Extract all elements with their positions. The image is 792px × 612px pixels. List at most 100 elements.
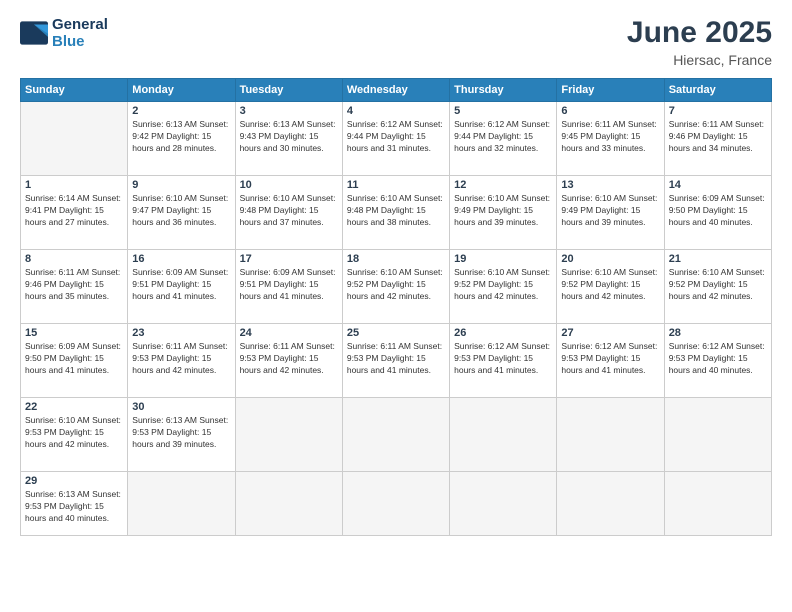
calendar-cell: 22 Sunrise: 6:10 AM Sunset: 9:53 PM Dayli… xyxy=(21,398,128,472)
calendar-cell: 14 Sunrise: 6:09 AM Sunset: 9:50 PM Dayli… xyxy=(664,176,771,250)
calendar-cell: 5 Sunrise: 6:12 AM Sunset: 9:44 PM Daylig… xyxy=(450,102,557,176)
weekday-header-tuesday: Tuesday xyxy=(235,79,342,102)
calendar-cell xyxy=(21,102,128,176)
weekday-header-monday: Monday xyxy=(128,79,235,102)
day-number: 12 xyxy=(454,179,552,191)
day-info: Sunrise: 6:10 AM Sunset: 9:49 PM Dayligh… xyxy=(454,193,552,229)
calendar-cell xyxy=(235,398,342,472)
day-number: 27 xyxy=(561,327,659,339)
calendar-cell: 24 Sunrise: 6:11 AM Sunset: 9:53 PM Dayli… xyxy=(235,324,342,398)
weekday-header-sunday: Sunday xyxy=(21,79,128,102)
calendar-cell xyxy=(342,472,449,536)
day-number: 3 xyxy=(240,105,338,117)
day-info: Sunrise: 6:11 AM Sunset: 9:46 PM Dayligh… xyxy=(25,267,123,303)
day-number: 29 xyxy=(25,475,123,487)
calendar-cell: 25Sunrise: 6:11 AM Sunset: 9:53 PM Dayli… xyxy=(342,324,449,398)
weekday-header-friday: Friday xyxy=(557,79,664,102)
day-info: Sunrise: 6:12 AM Sunset: 9:53 PM Dayligh… xyxy=(669,341,767,377)
calendar-cell xyxy=(450,398,557,472)
calendar-title: June 2025 xyxy=(627,16,772,50)
day-info: Sunrise: 6:10 AM Sunset: 9:52 PM Dayligh… xyxy=(454,267,552,303)
weekday-header-thursday: Thursday xyxy=(450,79,557,102)
day-info: Sunrise: 6:10 AM Sunset: 9:52 PM Dayligh… xyxy=(561,267,659,303)
day-info: Sunrise: 6:12 AM Sunset: 9:53 PM Dayligh… xyxy=(561,341,659,377)
logo-line1: General xyxy=(52,16,108,33)
calendar-cell: 20 Sunrise: 6:10 AM Sunset: 9:52 PM Dayli… xyxy=(557,250,664,324)
calendar-cell xyxy=(664,472,771,536)
calendar-week-row: 15 Sunrise: 6:09 AM Sunset: 9:50 PM Dayli… xyxy=(21,324,772,398)
day-number: 2 xyxy=(132,105,230,117)
title-block: June 2025 Hiersac, France xyxy=(627,16,772,68)
day-number: 21 xyxy=(669,253,767,265)
day-info: Sunrise: 6:13 AM Sunset: 9:42 PM Dayligh… xyxy=(132,119,230,155)
day-number: 22 xyxy=(25,401,123,413)
day-number: 30 xyxy=(132,401,230,413)
day-info: Sunrise: 6:12 AM Sunset: 9:53 PM Dayligh… xyxy=(454,341,552,377)
header: General Blue June 2025 Hiersac, France xyxy=(20,16,772,68)
day-info: Sunrise: 6:11 AM Sunset: 9:46 PM Dayligh… xyxy=(669,119,767,155)
day-info: Sunrise: 6:10 AM Sunset: 9:48 PM Dayligh… xyxy=(347,193,445,229)
day-info: Sunrise: 6:10 AM Sunset: 9:53 PM Dayligh… xyxy=(25,415,123,451)
day-info: Sunrise: 6:10 AM Sunset: 9:48 PM Dayligh… xyxy=(240,193,338,229)
day-info: Sunrise: 6:09 AM Sunset: 9:50 PM Dayligh… xyxy=(669,193,767,229)
day-info: Sunrise: 6:13 AM Sunset: 9:53 PM Dayligh… xyxy=(25,489,123,525)
calendar-cell xyxy=(664,398,771,472)
calendar-cell: 19Sunrise: 6:10 AM Sunset: 9:52 PM Dayli… xyxy=(450,250,557,324)
calendar-cell: 12 Sunrise: 6:10 AM Sunset: 9:49 PM Dayli… xyxy=(450,176,557,250)
calendar-cell: 13Sunrise: 6:10 AM Sunset: 9:49 PM Dayli… xyxy=(557,176,664,250)
day-info: Sunrise: 6:11 AM Sunset: 9:53 PM Dayligh… xyxy=(132,341,230,377)
day-number: 8 xyxy=(25,253,123,265)
weekday-header-saturday: Saturday xyxy=(664,79,771,102)
calendar-cell: 23 Sunrise: 6:11 AM Sunset: 9:53 PM Dayli… xyxy=(128,324,235,398)
day-number: 15 xyxy=(25,327,123,339)
day-number: 20 xyxy=(561,253,659,265)
calendar-cell: 1Sunrise: 6:14 AM Sunset: 9:41 PM Daylig… xyxy=(21,176,128,250)
calendar-week-row: 1Sunrise: 6:14 AM Sunset: 9:41 PM Daylig… xyxy=(21,176,772,250)
logo: General Blue xyxy=(20,16,108,51)
calendar-cell: 17Sunrise: 6:09 AM Sunset: 9:51 PM Dayli… xyxy=(235,250,342,324)
calendar-cell: 2 Sunrise: 6:13 AM Sunset: 9:42 PM Daylig… xyxy=(128,102,235,176)
calendar-cell: 3 Sunrise: 6:13 AM Sunset: 9:43 PM Daylig… xyxy=(235,102,342,176)
calendar-cell: 29 Sunrise: 6:13 AM Sunset: 9:53 PM Dayli… xyxy=(21,472,128,536)
calendar-cell xyxy=(235,472,342,536)
day-number: 7 xyxy=(669,105,767,117)
calendar-cell: 28 Sunrise: 6:12 AM Sunset: 9:53 PM Dayli… xyxy=(664,324,771,398)
day-number: 9 xyxy=(132,179,230,191)
day-number: 11 xyxy=(347,179,445,191)
calendar-page: General Blue June 2025 Hiersac, France S… xyxy=(0,0,792,612)
calendar-cell: 11 Sunrise: 6:10 AM Sunset: 9:48 PM Dayli… xyxy=(342,176,449,250)
day-info: Sunrise: 6:10 AM Sunset: 9:49 PM Dayligh… xyxy=(561,193,659,229)
day-info: Sunrise: 6:09 AM Sunset: 9:50 PM Dayligh… xyxy=(25,341,123,377)
day-number: 28 xyxy=(669,327,767,339)
calendar-cell: 30 Sunrise: 6:13 AM Sunset: 9:53 PM Dayli… xyxy=(128,398,235,472)
day-info: Sunrise: 6:11 AM Sunset: 9:53 PM Dayligh… xyxy=(240,341,338,377)
day-info: Sunrise: 6:13 AM Sunset: 9:43 PM Dayligh… xyxy=(240,119,338,155)
day-number: 4 xyxy=(347,105,445,117)
day-number: 10 xyxy=(240,179,338,191)
logo-line2: Blue xyxy=(52,33,108,50)
calendar-cell: 18Sunrise: 6:10 AM Sunset: 9:52 PM Dayli… xyxy=(342,250,449,324)
calendar-cell: 7 Sunrise: 6:11 AM Sunset: 9:46 PM Daylig… xyxy=(664,102,771,176)
day-number: 14 xyxy=(669,179,767,191)
weekday-header-wednesday: Wednesday xyxy=(342,79,449,102)
calendar-cell: 10 Sunrise: 6:10 AM Sunset: 9:48 PM Dayli… xyxy=(235,176,342,250)
day-number: 23 xyxy=(132,327,230,339)
calendar-cell: 21 Sunrise: 6:10 AM Sunset: 9:52 PM Dayli… xyxy=(664,250,771,324)
day-number: 5 xyxy=(454,105,552,117)
day-info: Sunrise: 6:11 AM Sunset: 9:53 PM Dayligh… xyxy=(347,341,445,377)
day-info: Sunrise: 6:11 AM Sunset: 9:45 PM Dayligh… xyxy=(561,119,659,155)
day-info: Sunrise: 6:10 AM Sunset: 9:52 PM Dayligh… xyxy=(669,267,767,303)
day-number: 17 xyxy=(240,253,338,265)
day-info: Sunrise: 6:12 AM Sunset: 9:44 PM Dayligh… xyxy=(454,119,552,155)
calendar-subtitle: Hiersac, France xyxy=(627,52,772,68)
calendar-cell: 27 Sunrise: 6:12 AM Sunset: 9:53 PM Dayli… xyxy=(557,324,664,398)
day-info: Sunrise: 6:09 AM Sunset: 9:51 PM Dayligh… xyxy=(132,267,230,303)
day-number: 6 xyxy=(561,105,659,117)
calendar-cell: 4 Sunrise: 6:12 AM Sunset: 9:44 PM Daylig… xyxy=(342,102,449,176)
day-info: Sunrise: 6:12 AM Sunset: 9:44 PM Dayligh… xyxy=(347,119,445,155)
day-info: Sunrise: 6:13 AM Sunset: 9:53 PM Dayligh… xyxy=(132,415,230,451)
calendar-cell xyxy=(450,472,557,536)
calendar-cell: 9Sunrise: 6:10 AM Sunset: 9:47 PM Daylig… xyxy=(128,176,235,250)
day-number: 24 xyxy=(240,327,338,339)
day-number: 18 xyxy=(347,253,445,265)
